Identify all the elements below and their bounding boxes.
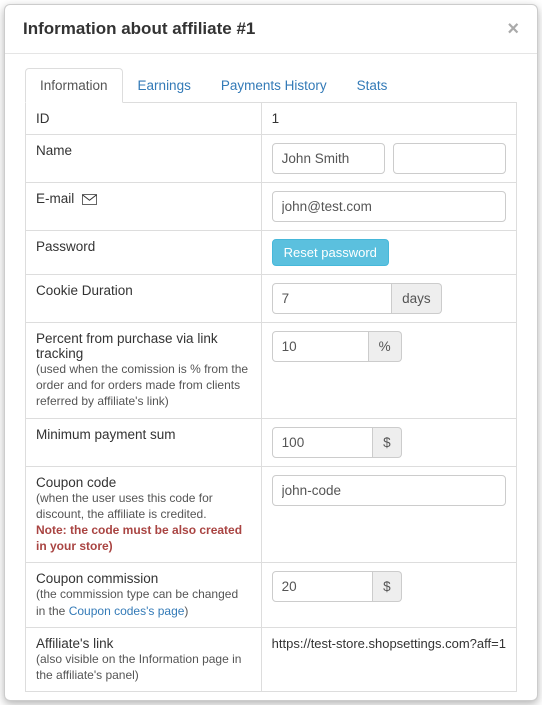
coupon-code-input[interactable] xyxy=(272,475,506,506)
coupon-label: Coupon code xyxy=(36,475,251,490)
table-row: Affiliate's link (also visible on the In… xyxy=(26,627,517,691)
minpay-input[interactable] xyxy=(272,427,373,458)
percent-input[interactable] xyxy=(272,331,369,362)
modal-title: Information about affiliate #1 xyxy=(23,19,255,39)
percent-label: Percent from purchase via link tracking xyxy=(36,331,251,361)
password-label: Password xyxy=(26,231,262,275)
table-row: Cookie Duration days xyxy=(26,275,517,323)
percent-unit: % xyxy=(369,331,402,362)
envelope-icon xyxy=(82,194,97,205)
table-row: E-mail xyxy=(26,183,517,231)
table-row: Coupon commission (the commission type c… xyxy=(26,563,517,627)
tabs: Information Earnings Payments History St… xyxy=(25,68,517,103)
cookie-unit: days xyxy=(392,283,442,314)
aff-link-label: Affiliate's link xyxy=(36,636,251,651)
coupon-codes-page-link[interactable]: Coupon codes's page xyxy=(69,604,185,618)
table-row: Coupon code (when the user uses this cod… xyxy=(26,466,517,563)
coupon-comm-input[interactable] xyxy=(272,571,373,602)
table-row: ID 1 xyxy=(26,103,517,135)
aff-link-value: https://test-store.shopsettings.com?aff=… xyxy=(272,636,506,651)
tab-stats[interactable]: Stats xyxy=(342,68,403,103)
close-button[interactable]: × xyxy=(507,19,519,39)
table-row: Percent from purchase via link tracking … xyxy=(26,323,517,419)
aff-link-help: (also visible on the Information page in… xyxy=(36,651,251,683)
coupon-help-note: Note: the code must be also created in y… xyxy=(36,522,251,554)
reset-password-button[interactable]: Reset password xyxy=(272,239,389,266)
cookie-duration-input[interactable] xyxy=(272,283,392,314)
minpay-unit: $ xyxy=(373,427,402,458)
table-row: Minimum payment sum $ xyxy=(26,418,517,466)
last-name-input[interactable] xyxy=(393,143,506,174)
table-row: Password Reset password xyxy=(26,231,517,275)
tab-earnings[interactable]: Earnings xyxy=(123,68,206,103)
email-input[interactable] xyxy=(272,191,506,222)
table-row: Name xyxy=(26,135,517,183)
email-label: E-mail xyxy=(26,183,262,231)
coupon-comm-help: (the commission type can be changed in t… xyxy=(36,586,251,618)
coupon-comm-label: Coupon commission xyxy=(36,571,251,586)
tab-information[interactable]: Information xyxy=(25,68,123,103)
id-label: ID xyxy=(26,103,262,135)
id-value: 1 xyxy=(261,103,516,135)
first-name-input[interactable] xyxy=(272,143,385,174)
minpay-label: Minimum payment sum xyxy=(26,418,262,466)
info-table: ID 1 Name E-mail xyxy=(25,102,517,692)
coupon-help-1: (when the user uses this code for discou… xyxy=(36,490,251,522)
name-label: Name xyxy=(26,135,262,183)
coupon-comm-unit: $ xyxy=(373,571,402,602)
tab-payments-history[interactable]: Payments History xyxy=(206,68,342,103)
percent-help: (used when the comission is % from the o… xyxy=(36,361,251,410)
cookie-label: Cookie Duration xyxy=(26,275,262,323)
